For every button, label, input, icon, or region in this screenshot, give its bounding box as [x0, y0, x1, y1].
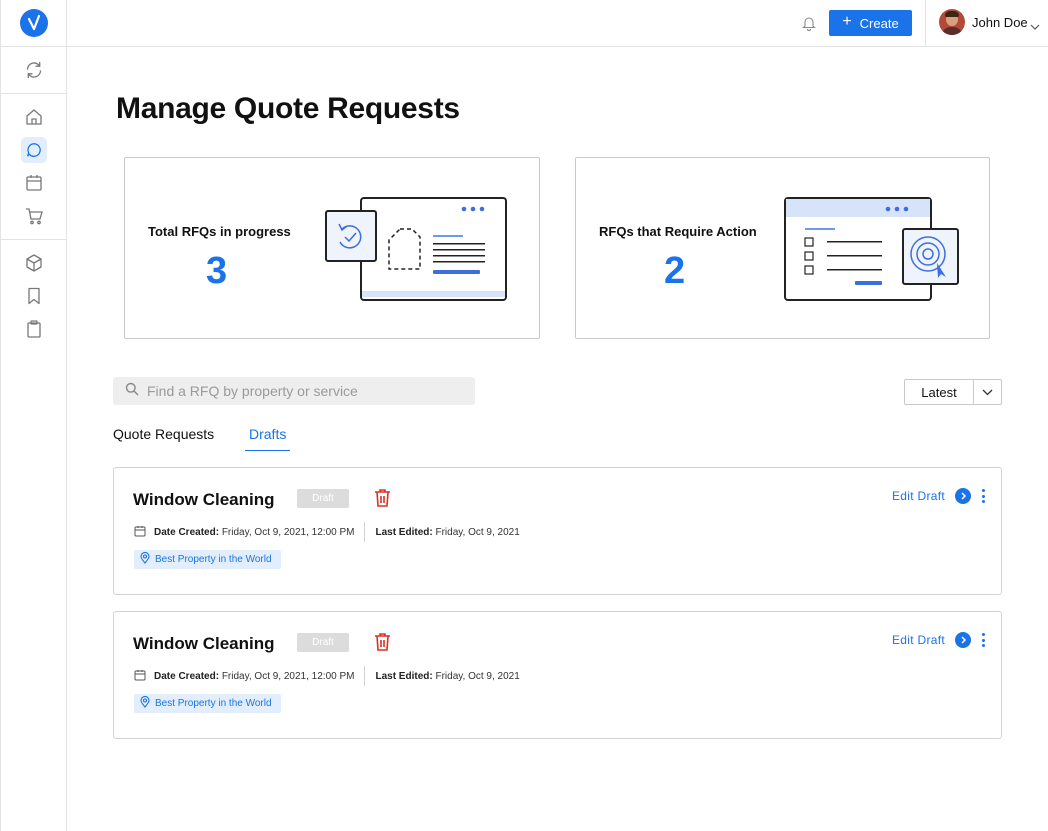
search-icon — [125, 382, 139, 401]
draft-title: Window Cleaning — [133, 634, 275, 653]
tab-quote-requests[interactable]: Quote Requests — [113, 426, 214, 451]
draft-card: Window Cleaning Draft Date Created: Frid… — [113, 467, 1002, 595]
last-edited-value: Friday, Oct 9, 2021 — [435, 670, 520, 682]
last-edited-label: Last Edited: — [375, 526, 433, 538]
date-created-label: Date Created: — [154, 526, 220, 538]
date-created-label: Date Created: — [154, 670, 220, 682]
draft-meta: Date Created: Friday, Oct 9, 2021, 12:00… — [134, 522, 520, 542]
logo-icon[interactable] — [20, 9, 48, 37]
chevron-right-icon[interactable] — [955, 488, 971, 504]
stat-card-in-progress: Total RFQs in progress 3 — [124, 157, 540, 339]
sort-select[interactable]: Latest — [904, 379, 1002, 405]
draft-meta: Date Created: Friday, Oct 9, 2021, 12:00… — [134, 666, 520, 686]
create-button-label: Create — [859, 15, 899, 31]
search-bar[interactable] — [113, 377, 475, 405]
stat-value: 2 — [664, 250, 686, 292]
property-chip[interactable]: Best Property in the World — [134, 550, 281, 569]
plus-icon: + — [842, 13, 852, 30]
location-pin-icon — [140, 695, 150, 711]
date-created-value: Friday, Oct 9, 2021, 12:00 PM — [221, 670, 355, 682]
chat-icon[interactable] — [21, 137, 47, 163]
bell-icon[interactable] — [802, 15, 818, 33]
status-badge: Draft — [297, 489, 349, 508]
edit-draft-link[interactable]: Edit Draft — [892, 489, 945, 503]
sidebar-divider — [1, 93, 67, 94]
stat-label: Total RFQs in progress — [148, 224, 291, 239]
box-icon[interactable] — [22, 251, 46, 275]
calendar-icon[interactable] — [22, 171, 46, 195]
draft-title: Window Cleaning — [133, 490, 275, 509]
create-button[interactable]: + Create — [829, 10, 912, 36]
stat-card-require-action: RFQs that Require Action 2 — [575, 157, 990, 339]
chevron-down-icon[interactable] — [1030, 18, 1040, 36]
user-name[interactable]: John Doe — [972, 15, 1028, 30]
draft-card: Window Cleaning Draft Date Created: Frid… — [113, 611, 1002, 739]
last-edited-value: Friday, Oct 9, 2021 — [435, 526, 520, 538]
tab-drafts[interactable]: Drafts — [245, 426, 291, 451]
property-name: Best Property in the World — [155, 554, 272, 565]
clipboard-icon[interactable] — [22, 317, 46, 341]
bookmark-icon[interactable] — [22, 284, 46, 308]
cart-icon[interactable] — [22, 204, 46, 228]
top-header: + Create John Doe — [67, 0, 1048, 47]
avatar[interactable] — [939, 9, 965, 35]
sidebar-divider — [1, 46, 67, 47]
more-options-icon[interactable] — [980, 488, 986, 504]
rfq-progress-illustration — [325, 197, 507, 301]
date-created-value: Friday, Oct 9, 2021, 12:00 PM — [221, 526, 355, 538]
header-divider — [925, 0, 926, 47]
trash-icon[interactable] — [373, 632, 392, 657]
search-input[interactable] — [147, 383, 467, 399]
calendar-icon — [134, 525, 146, 540]
property-name: Best Property in the World — [155, 698, 272, 709]
status-badge: Draft — [297, 633, 349, 652]
sidebar — [0, 0, 67, 831]
meta-divider — [364, 666, 366, 686]
edit-draft-link[interactable]: Edit Draft — [892, 633, 945, 647]
rfq-action-illustration — [784, 197, 959, 301]
stat-label: RFQs that Require Action — [599, 224, 757, 239]
sort-selected-value[interactable]: Latest — [905, 380, 974, 404]
more-options-icon[interactable] — [980, 632, 986, 648]
property-chip[interactable]: Best Property in the World — [134, 694, 281, 713]
location-pin-icon — [140, 551, 150, 567]
stat-value: 3 — [206, 250, 228, 292]
calendar-icon — [134, 669, 146, 684]
refresh-icon[interactable] — [22, 58, 46, 82]
sidebar-divider — [1, 239, 67, 240]
last-edited-label: Last Edited: — [375, 670, 433, 682]
home-icon[interactable] — [22, 105, 46, 129]
chevron-down-icon[interactable] — [974, 380, 1001, 404]
meta-divider — [364, 522, 366, 542]
trash-icon[interactable] — [373, 488, 392, 513]
page-title: Manage Quote Requests — [116, 92, 460, 125]
chevron-right-icon[interactable] — [955, 632, 971, 648]
